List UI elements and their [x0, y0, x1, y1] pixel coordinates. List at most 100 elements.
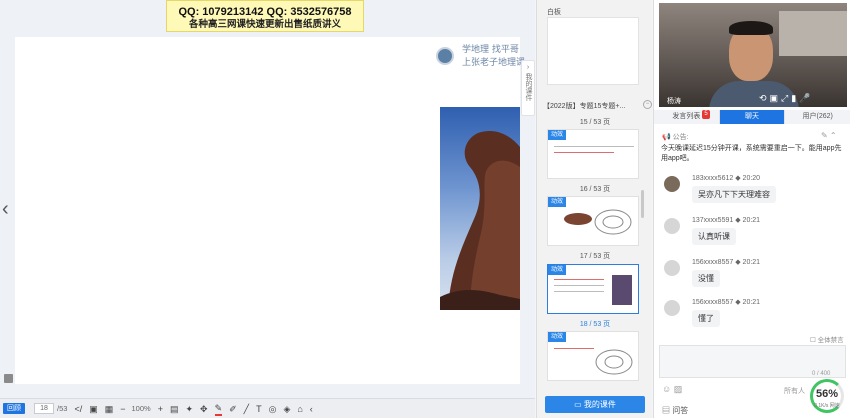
gauge-value: 56%: [815, 388, 839, 400]
tab-chat[interactable]: 聊天: [719, 110, 786, 124]
fit-screen-icon[interactable]: ▣: [89, 403, 98, 415]
tab-speakers-label: 发言列表: [672, 113, 701, 120]
marker-icon[interactable]: ✐: [229, 403, 237, 415]
text-tool-icon[interactable]: T: [256, 403, 262, 415]
tab-users[interactable]: 用户(262): [785, 110, 850, 124]
my-courseware-label: 我的课件: [583, 400, 616, 409]
message-meta: 183xxxx5612 ◆ 20:20: [692, 175, 761, 182]
network-speed-gauge: 56% 0.1K/s 网速: [810, 379, 844, 413]
banner-line-2: 各种高三网课快速更新出售纸质讲义: [188, 19, 341, 30]
courseware-drawer-handle[interactable]: › 我的课件: [521, 60, 535, 116]
message-time: 20:21: [742, 259, 761, 266]
qa-label: 问答: [672, 406, 689, 415]
chat-tabs: 发言列表 5 聊天 用户(262): [654, 110, 850, 124]
notice-heading-label: 公告:: [672, 134, 689, 141]
video-controls-icon[interactable]: ⟲▣⤢▮🎤: [759, 93, 813, 104]
teacher-name: 杨涛: [667, 98, 681, 105]
review-button[interactable]: 回顾: [3, 403, 25, 414]
recipient-select[interactable]: 所有人: [784, 386, 805, 396]
page-label: 17 / 53 页: [579, 253, 611, 260]
thumb-tag: 动效: [548, 265, 567, 275]
page-thumbnail[interactable]: 动效: [547, 196, 639, 246]
thumb-tag: 动效: [548, 197, 567, 207]
qa-button[interactable]: ▤ 问答: [662, 405, 688, 416]
avatar: [664, 300, 680, 316]
chat-message: 137xxxx5591 ◆ 20:21 认真听课: [664, 216, 844, 256]
course-title: 【2022版】专题15专题+...: [543, 103, 626, 110]
rock-shape-icon: [440, 130, 520, 310]
avatar: [664, 260, 680, 276]
move-icon[interactable]: ✥: [200, 403, 208, 415]
fullscreen-icon[interactable]: [4, 374, 13, 383]
page-label: 16 / 53 页: [579, 186, 611, 193]
avatar: [664, 176, 680, 192]
clear-icon[interactable]: ⌂: [297, 403, 302, 415]
message-user: 156xxxx8557: [692, 259, 734, 266]
gauge-sub: 0.1K/s 网速: [814, 403, 840, 409]
char-counter: 0 / 400: [812, 371, 831, 377]
emoji-image-icons[interactable]: ☺ ▨: [662, 384, 682, 395]
pen-icon[interactable]: ✎: [214, 402, 223, 416]
slogan-line-1: 学地理 找平哥: [462, 45, 519, 55]
undo-redo-icon[interactable]: </: [74, 403, 82, 415]
mute-all-checkbox[interactable]: ☐ 全体禁言: [810, 334, 844, 344]
laser-pointer-icon[interactable]: ✦: [185, 403, 193, 415]
thumb-tag: 动效: [548, 130, 567, 140]
whiteboard-thumbnail[interactable]: [547, 17, 639, 85]
shape-icon[interactable]: ◎: [269, 403, 277, 415]
whiteboard-label: 白板: [547, 9, 561, 16]
teacher-video: 杨涛 ⟲▣⤢▮🎤: [659, 3, 847, 107]
chat-message: 156xxxx8557 ◆ 20:21 没懂: [664, 258, 844, 298]
globe-logo-icon: [436, 47, 454, 65]
my-courseware-button[interactable]: ▭ 我的课件: [545, 396, 645, 413]
thumb-contour-icon: [595, 349, 633, 375]
document-icon[interactable]: ▤: [170, 403, 179, 415]
message-bubble: 懂了: [692, 310, 720, 327]
message-user: 156xxxx8557: [692, 299, 734, 306]
speakers-badge: 5: [702, 110, 710, 119]
page-number-input[interactable]: 18: [34, 403, 54, 414]
message-bubble: 认真听课: [692, 228, 736, 245]
slide-slogan: 学地理 找平哥 上张老子地理课: [462, 44, 525, 70]
zoom-in-icon[interactable]: +: [158, 403, 163, 415]
message-time: 20:20: [742, 175, 761, 182]
prev-page-arrow-icon[interactable]: ‹: [2, 198, 9, 221]
collapse-icon[interactable]: −: [643, 100, 652, 109]
page-total: /53: [57, 404, 68, 413]
message-meta: 156xxxx8557 ◆ 20:21: [692, 259, 761, 266]
message-user: 137xxxx5591: [692, 217, 734, 224]
chat-message: 156xxxx8557 ◆ 20:21 懂了: [664, 298, 844, 338]
qa-icon: ▤: [662, 406, 673, 415]
message-meta: 156xxxx8557 ◆ 20:21: [692, 299, 761, 306]
chat-panel: 杨涛 ⟲▣⤢▮🎤 发言列表 5 聊天 用户(262) 📢 公告: ✎ ⌃ 今天晚课…: [653, 0, 850, 418]
handle-label: 我的课件: [525, 73, 532, 101]
courseware-sidebar: 白板 【2022版】专题15专题+... − 15 / 53 页 动效 16 /…: [536, 0, 652, 418]
notice-text: 今天晚课延迟15分钟开课，系统需要重启一下。能用app先用app吧。: [661, 145, 842, 162]
zoom-out-icon[interactable]: −: [120, 403, 125, 415]
thumbnail-scrollbar[interactable]: [641, 190, 644, 218]
mute-all-label: 全体禁言: [817, 337, 844, 344]
page-thumbnail[interactable]: 动效: [547, 129, 639, 179]
banner-line-1: QQ: 1079213142 QQ: 3532576758: [178, 6, 352, 18]
page-label: 18 / 53 页: [579, 321, 611, 328]
video-wall: [779, 11, 847, 56]
zoom-level: 100%: [131, 404, 151, 413]
message-meta: 137xxxx5591 ◆ 20:21: [692, 217, 761, 224]
message-user: 183xxxx5612: [692, 175, 734, 182]
video-hair: [729, 21, 773, 35]
message-bubble: 吴亦凡下下天理难容: [692, 186, 776, 203]
tab-speakers[interactable]: 发言列表 5: [654, 110, 720, 124]
collapse-toolbar-icon[interactable]: ‹: [310, 403, 313, 415]
whiteboard-toolbar: 回顾 18 /53 </ ▣ ▦ − 100% + ▤ ✦ ✥ ✎ ✐ ╱ T …: [0, 398, 535, 418]
folder-icon: ▭: [574, 400, 584, 409]
line-icon[interactable]: ╱: [244, 403, 249, 415]
page-label: 15 / 53 页: [579, 119, 611, 126]
page-thumbnail[interactable]: 动效: [547, 331, 639, 381]
notice-edit-icon[interactable]: ✎ ⌃: [821, 131, 837, 140]
grid-icon[interactable]: ▦: [105, 403, 114, 415]
page-thumbnail-selected[interactable]: 动效: [547, 264, 639, 314]
chat-message: 183xxxx5612 ◆ 20:20 吴亦凡下下天理难容: [664, 174, 844, 214]
qq-banner: QQ: 1079213142 QQ: 3532576758 各种高三网课快速更新…: [166, 0, 364, 32]
eraser-icon[interactable]: ◈: [283, 403, 290, 415]
message-bubble: 没懂: [692, 270, 720, 287]
